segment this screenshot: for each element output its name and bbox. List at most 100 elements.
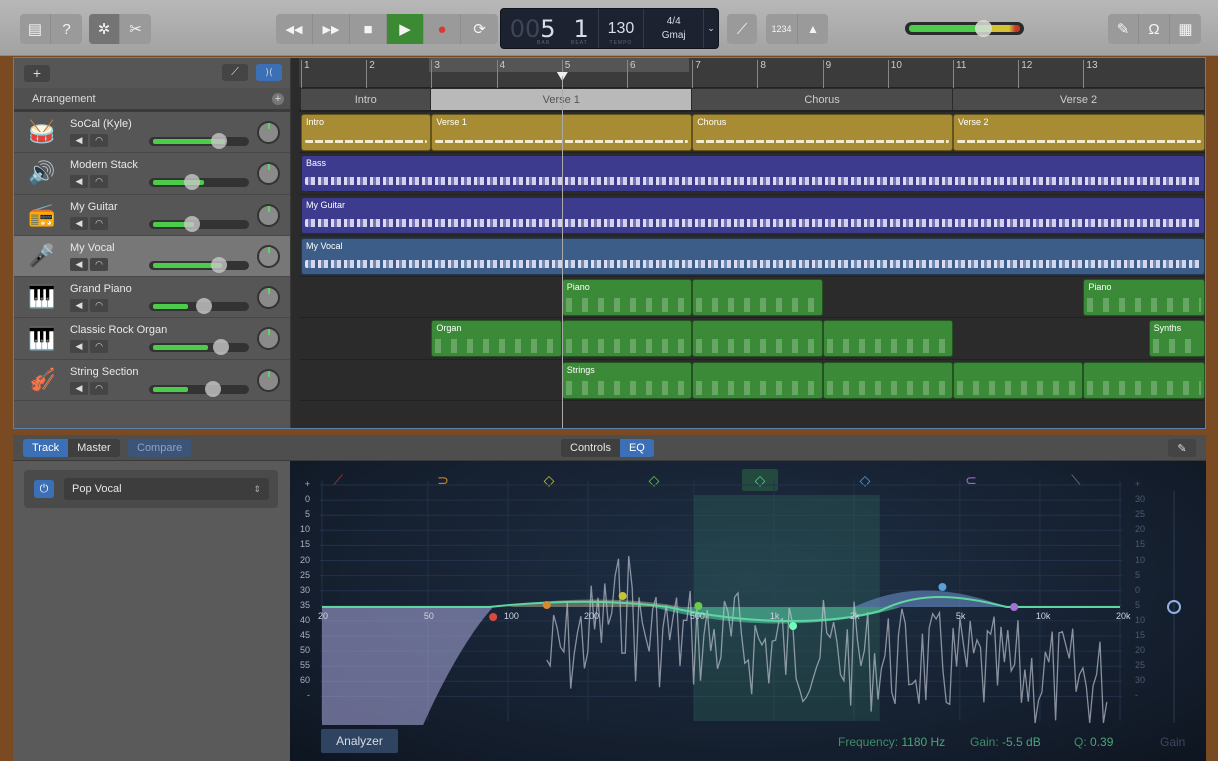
mute-button[interactable]: ◀ <box>70 134 88 147</box>
track-header[interactable]: 🎹 Grand Piano ◀ ◠ <box>14 277 290 319</box>
track-volume-slider[interactable] <box>149 256 249 273</box>
track-header[interactable]: 🎤 My Vocal ◀ ◠ <box>14 235 290 278</box>
compare-button[interactable]: Compare <box>128 438 192 457</box>
track-lane[interactable]: Piano Piano <box>299 277 1205 319</box>
solo-headphones-button[interactable]: ◠ <box>90 134 108 147</box>
region[interactable]: Bass <box>301 155 1205 193</box>
solo-headphones-button[interactable]: ◠ <box>90 299 108 313</box>
track-header[interactable]: 🔊 Modern Stack ◀ ◠ <box>14 153 290 195</box>
cycle-button[interactable]: ⟳ <box>461 14 498 44</box>
volume-thumb[interactable] <box>213 339 230 356</box>
master-volume-slider[interactable] <box>905 20 1024 37</box>
region[interactable]: Piano <box>1083 279 1205 317</box>
tab-master[interactable]: Master <box>68 438 120 457</box>
editors-button[interactable]: ✂ <box>120 14 151 44</box>
solo-headphones-button[interactable]: ◠ <box>90 340 108 354</box>
track-volume-slider[interactable] <box>149 174 249 191</box>
pan-knob[interactable] <box>257 162 280 186</box>
solo-headphones-button[interactable]: ◠ <box>90 175 108 189</box>
volume-thumb[interactable] <box>195 298 212 315</box>
notepad-button[interactable]: ✎ <box>1108 14 1139 44</box>
mute-button[interactable]: ◀ <box>70 216 88 230</box>
metronome-button[interactable]: ▲ <box>798 14 828 44</box>
region[interactable]: My Guitar <box>301 196 1205 234</box>
track-header[interactable]: 📻 My Guitar ◀ ◠ <box>14 195 290 236</box>
solo-headphones-button[interactable]: ◠ <box>90 381 108 395</box>
loop-browser-button[interactable]: Ω <box>1139 14 1170 44</box>
mute-button[interactable]: ◀ <box>70 257 88 271</box>
arrangement-section[interactable]: Chorus <box>692 89 953 110</box>
tab-track[interactable]: Track <box>23 438 69 457</box>
arrangement-section[interactable]: Verse 2 <box>953 89 1205 110</box>
track-lane[interactable]: My Vocal <box>299 236 1205 278</box>
catch-playhead-button[interactable]: ⟩⟨ <box>256 64 282 81</box>
track-lane[interactable]: Bass <box>299 153 1205 195</box>
mute-button[interactable]: ◀ <box>70 175 88 189</box>
track-lane[interactable]: My Guitar <box>299 195 1205 236</box>
track-lane[interactable]: Organ Synths <box>299 318 1205 360</box>
pan-knob[interactable] <box>257 286 280 310</box>
power-button[interactable]: ⏻ <box>34 480 54 498</box>
automation-button[interactable]: ⟋ <box>222 64 248 81</box>
region[interactable]: Verse 2 <box>953 114 1205 151</box>
solo-headphones-button[interactable]: ◠ <box>90 216 108 230</box>
region[interactable]: Strings <box>561 361 693 399</box>
tab-eq[interactable]: EQ <box>619 438 654 457</box>
region[interactable]: My Vocal <box>301 237 1205 275</box>
region[interactable] <box>692 361 823 399</box>
track-volume-slider[interactable] <box>149 215 249 232</box>
region[interactable] <box>953 361 1084 399</box>
region[interactable]: Chorus <box>692 114 953 151</box>
track-volume-slider[interactable] <box>149 298 249 315</box>
region[interactable] <box>692 320 823 358</box>
volume-thumb[interactable] <box>211 256 228 273</box>
track-volume-slider[interactable] <box>149 380 249 397</box>
pan-knob[interactable] <box>257 368 280 392</box>
pan-knob[interactable] <box>257 244 280 268</box>
mute-button[interactable]: ◀ <box>70 381 88 395</box>
playhead[interactable] <box>561 76 563 428</box>
media-browser-button[interactable]: ▦ <box>1170 14 1201 44</box>
mute-button[interactable]: ◀ <box>70 340 88 354</box>
volume-thumb[interactable] <box>204 380 221 397</box>
region[interactable] <box>561 320 693 358</box>
add-track-button[interactable]: + <box>24 64 50 82</box>
region[interactable] <box>822 361 953 399</box>
fast-forward-button[interactable]: ▶▶ <box>313 14 350 44</box>
play-button[interactable]: ▶ <box>387 14 424 44</box>
pan-knob[interactable] <box>257 203 280 227</box>
ruler[interactable]: 1 2 3 4 5 6 7 8 9 10 11 12 13 <box>299 58 1205 88</box>
region[interactable] <box>692 279 823 317</box>
track-volume-slider[interactable] <box>149 133 249 149</box>
region[interactable]: Intro <box>301 114 432 151</box>
track-header[interactable]: 🎻 String Section ◀ ◠ <box>14 360 290 402</box>
eq-graph[interactable]: ⟋ ⊃ ◇ ◇ ◇ ◇ ⊂ ⟍ +0 5 10 15 20 25 30 35 40 45 50 55 60- +30 2… <box>290 461 1206 761</box>
track-header[interactable]: 🥁 SoCal (Kyle) ◀ ◠ <box>14 112 290 154</box>
region[interactable] <box>822 320 953 358</box>
region[interactable]: Piano <box>561 279 693 317</box>
library-button[interactable]: ▤ <box>20 14 51 44</box>
add-marker-button[interactable]: + <box>272 92 284 105</box>
stop-button[interactable]: ■ <box>350 14 387 44</box>
volume-thumb[interactable] <box>183 215 200 232</box>
region[interactable]: Organ <box>431 320 562 358</box>
help-button[interactable]: ? <box>51 14 82 44</box>
lcd-menu-chevron-icon[interactable]: ⌄ <box>704 9 718 48</box>
track-lane[interactable]: Intro Verse 1 Chorus Verse 2 <box>299 112 1205 154</box>
analyzer-button[interactable]: Analyzer <box>321 729 398 753</box>
track-lane[interactable]: Strings <box>299 360 1205 402</box>
track-header[interactable]: 🎹 Classic Rock Organ ◀ ◠ <box>14 318 290 360</box>
master-volume-thumb[interactable] <box>974 20 992 37</box>
tuner-button[interactable]: ⟋ <box>727 14 757 44</box>
smart-controls-button[interactable]: ✲ <box>89 14 120 44</box>
volume-thumb[interactable] <box>211 133 228 149</box>
arrangement-section[interactable]: Intro <box>301 89 432 110</box>
solo-headphones-button[interactable]: ◠ <box>90 257 108 271</box>
tab-controls[interactable]: Controls <box>561 438 620 457</box>
lcd-display[interactable]: 00 5 1 BAR BEAT 130 TEMPO 4/4 Gmaj ⌄ <box>500 8 719 49</box>
pan-knob[interactable] <box>257 327 280 351</box>
cycle-region[interactable] <box>429 58 689 72</box>
region[interactable] <box>1083 361 1205 399</box>
region[interactable]: Synths <box>1148 320 1205 358</box>
pan-knob[interactable] <box>257 121 280 144</box>
